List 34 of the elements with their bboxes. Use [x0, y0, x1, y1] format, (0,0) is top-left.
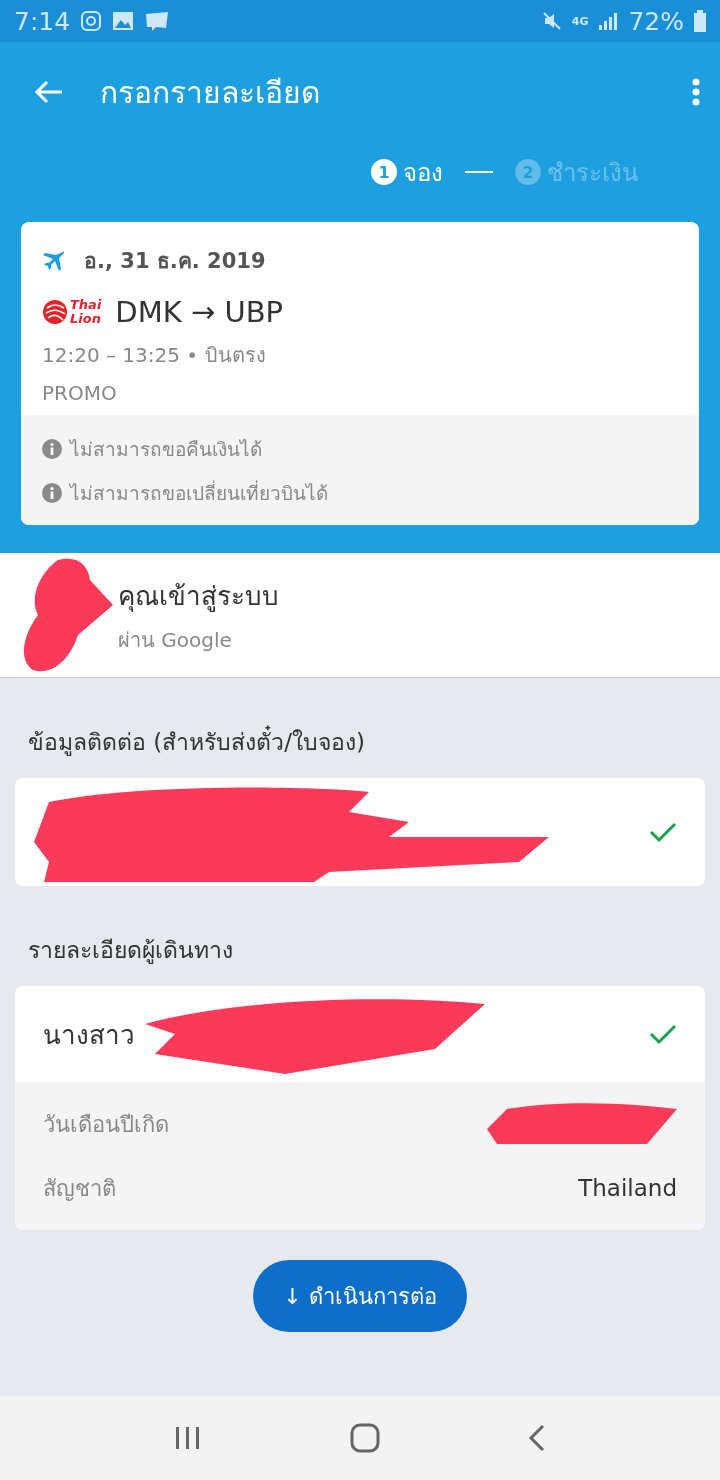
battery-level: 72% [628, 6, 684, 36]
recent-apps-icon[interactable] [174, 1426, 202, 1450]
field-label: วันเดือนปีเกิด [43, 1110, 169, 1139]
signal-icon [598, 11, 619, 31]
flight-times: 12:20 – 13:25 • บินตรง [42, 342, 267, 369]
continue-button[interactable]: ↓ ดำเนินการต่อ [253, 1260, 467, 1332]
info-icon [42, 483, 62, 503]
flight-date: อ., 31 ธ.ค. 2019 [84, 248, 266, 275]
section-heading: ข้อมูลติดต่อ (สำหรับส่งตั๋ว/ใบจอง) [0, 678, 720, 778]
passenger-row[interactable]: นางสาว [15, 986, 705, 1082]
airline-logo: Thai Lion [42, 298, 102, 326]
info-icon [42, 439, 62, 459]
clock: 7:14 [14, 6, 71, 36]
fare-note: ไม่สามารถขอคืนเงินได้ [70, 437, 262, 462]
network-type: 4G [571, 14, 589, 28]
fare-class: PROMO [42, 381, 118, 405]
section-heading: รายละเอียดผู้เดินทาง [27, 936, 234, 966]
contact-details-row[interactable] [15, 778, 705, 886]
fare-note: ไม่สามารถขอเปลี่ยนเที่ยวบินได้ [70, 479, 328, 506]
screen-title: กรอกรายละเอียด [100, 73, 321, 112]
image-icon [112, 11, 135, 31]
field-label: สัญชาติ [43, 1174, 116, 1203]
battery-icon [694, 10, 706, 32]
flight-route: DMK → UBP [115, 295, 284, 329]
camera-icon [80, 10, 103, 32]
more-icon[interactable] [692, 78, 700, 106]
field-value: Thailand [578, 1175, 677, 1201]
back-nav-icon[interactable] [528, 1424, 546, 1452]
home-icon[interactable] [350, 1423, 380, 1453]
app-notification-icon [144, 10, 171, 32]
login-provider: ผ่าน Google [118, 626, 233, 654]
login-status: คุณเข้าสู่ระบบ [118, 579, 279, 614]
back-icon[interactable] [34, 80, 64, 104]
mute-icon [541, 11, 562, 31]
